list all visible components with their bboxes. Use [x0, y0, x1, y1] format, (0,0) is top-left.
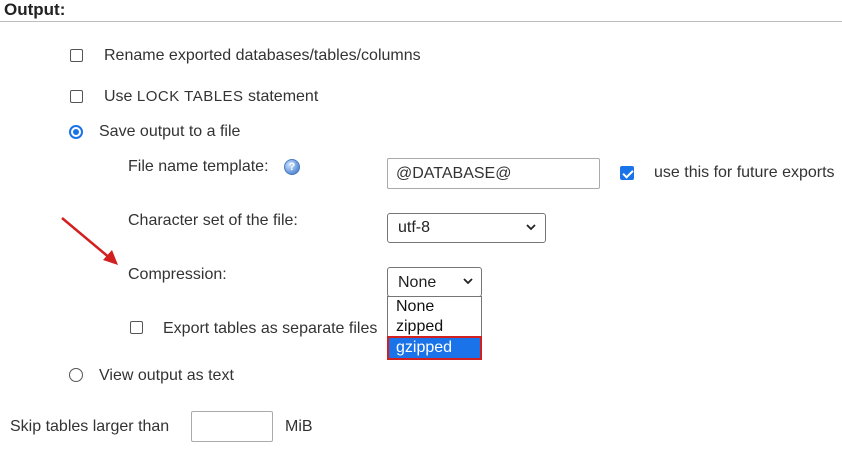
- charset-selected-value: utf-8: [398, 219, 431, 236]
- skip-tables-input[interactable]: [191, 411, 273, 442]
- red-arrow-icon: [61, 217, 118, 265]
- separate-files-label[interactable]: Export tables as separate files: [163, 320, 377, 338]
- compression-select[interactable]: None: [387, 267, 482, 297]
- charset-label: Character set of the file:: [128, 212, 298, 229]
- compression-option-zipped[interactable]: zipped: [388, 317, 481, 337]
- file-name-template-value: @DATABASE@: [396, 165, 512, 182]
- charset-select[interactable]: utf-8: [387, 213, 546, 243]
- lock-tables-code: LOCK TABLES: [136, 88, 244, 105]
- remember-template-label[interactable]: use this for future exports: [654, 164, 835, 182]
- lock-tables-suffix: statement: [248, 88, 319, 105]
- rename-label[interactable]: Rename exported databases/tables/columns: [104, 47, 421, 65]
- lock-tables-checkbox[interactable]: [70, 90, 83, 103]
- section-divider: [0, 21, 842, 22]
- rename-checkbox[interactable]: [70, 49, 83, 62]
- compression-label: Compression:: [128, 266, 227, 283]
- separate-files-checkbox[interactable]: [130, 321, 143, 334]
- view-as-text-label[interactable]: View output as text: [99, 367, 234, 385]
- file-name-template-label: File name template:: [128, 158, 269, 175]
- compression-option-none[interactable]: None: [388, 297, 481, 317]
- skip-tables-unit: MiB: [285, 418, 313, 435]
- remember-template-checkbox[interactable]: [620, 166, 634, 180]
- chevron-down-icon: [526, 224, 536, 231]
- annotation-arrow: [60, 215, 120, 265]
- skip-tables-label: Skip tables larger than: [10, 418, 170, 435]
- chevron-down-icon: [463, 278, 473, 285]
- question-help-icon[interactable]: ?: [284, 159, 300, 175]
- file-name-template-input[interactable]: @DATABASE@: [387, 158, 600, 189]
- save-to-file-radio[interactable]: [69, 125, 83, 139]
- lock-tables-prefix: Use: [104, 88, 133, 105]
- highlight-annotation-box: [387, 336, 482, 360]
- view-as-text-radio[interactable]: [69, 368, 83, 382]
- section-title: Output:: [4, 0, 66, 19]
- compression-selected-value: None: [398, 274, 437, 291]
- lock-tables-label[interactable]: Use LOCK TABLES statement: [104, 88, 318, 106]
- save-to-file-label[interactable]: Save output to a file: [99, 123, 240, 141]
